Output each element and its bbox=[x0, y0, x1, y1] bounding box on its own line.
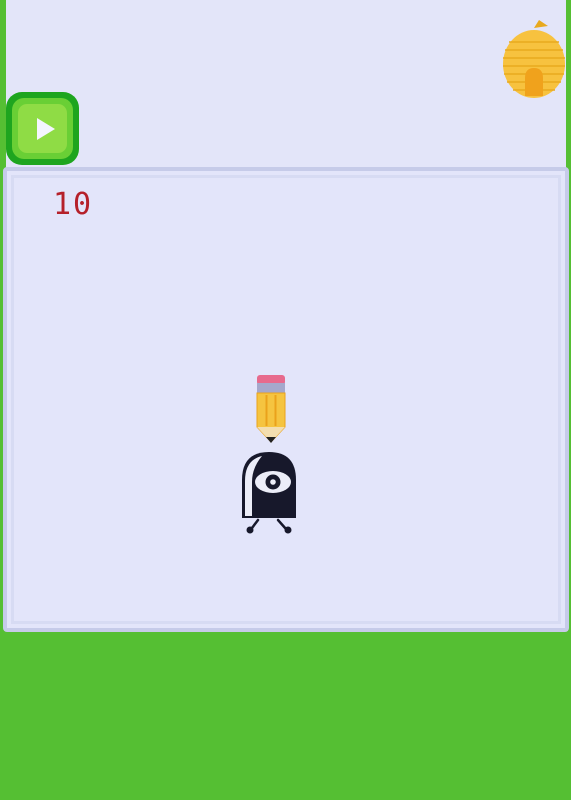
one-eyed-character-icon[interactable] bbox=[234, 448, 304, 536]
score-display: 10 bbox=[53, 187, 94, 222]
play-icon bbox=[37, 118, 55, 140]
top-area bbox=[6, 0, 566, 170]
play-button[interactable] bbox=[6, 92, 79, 165]
beehive-icon[interactable] bbox=[501, 16, 567, 100]
pencil-icon[interactable] bbox=[252, 374, 290, 446]
